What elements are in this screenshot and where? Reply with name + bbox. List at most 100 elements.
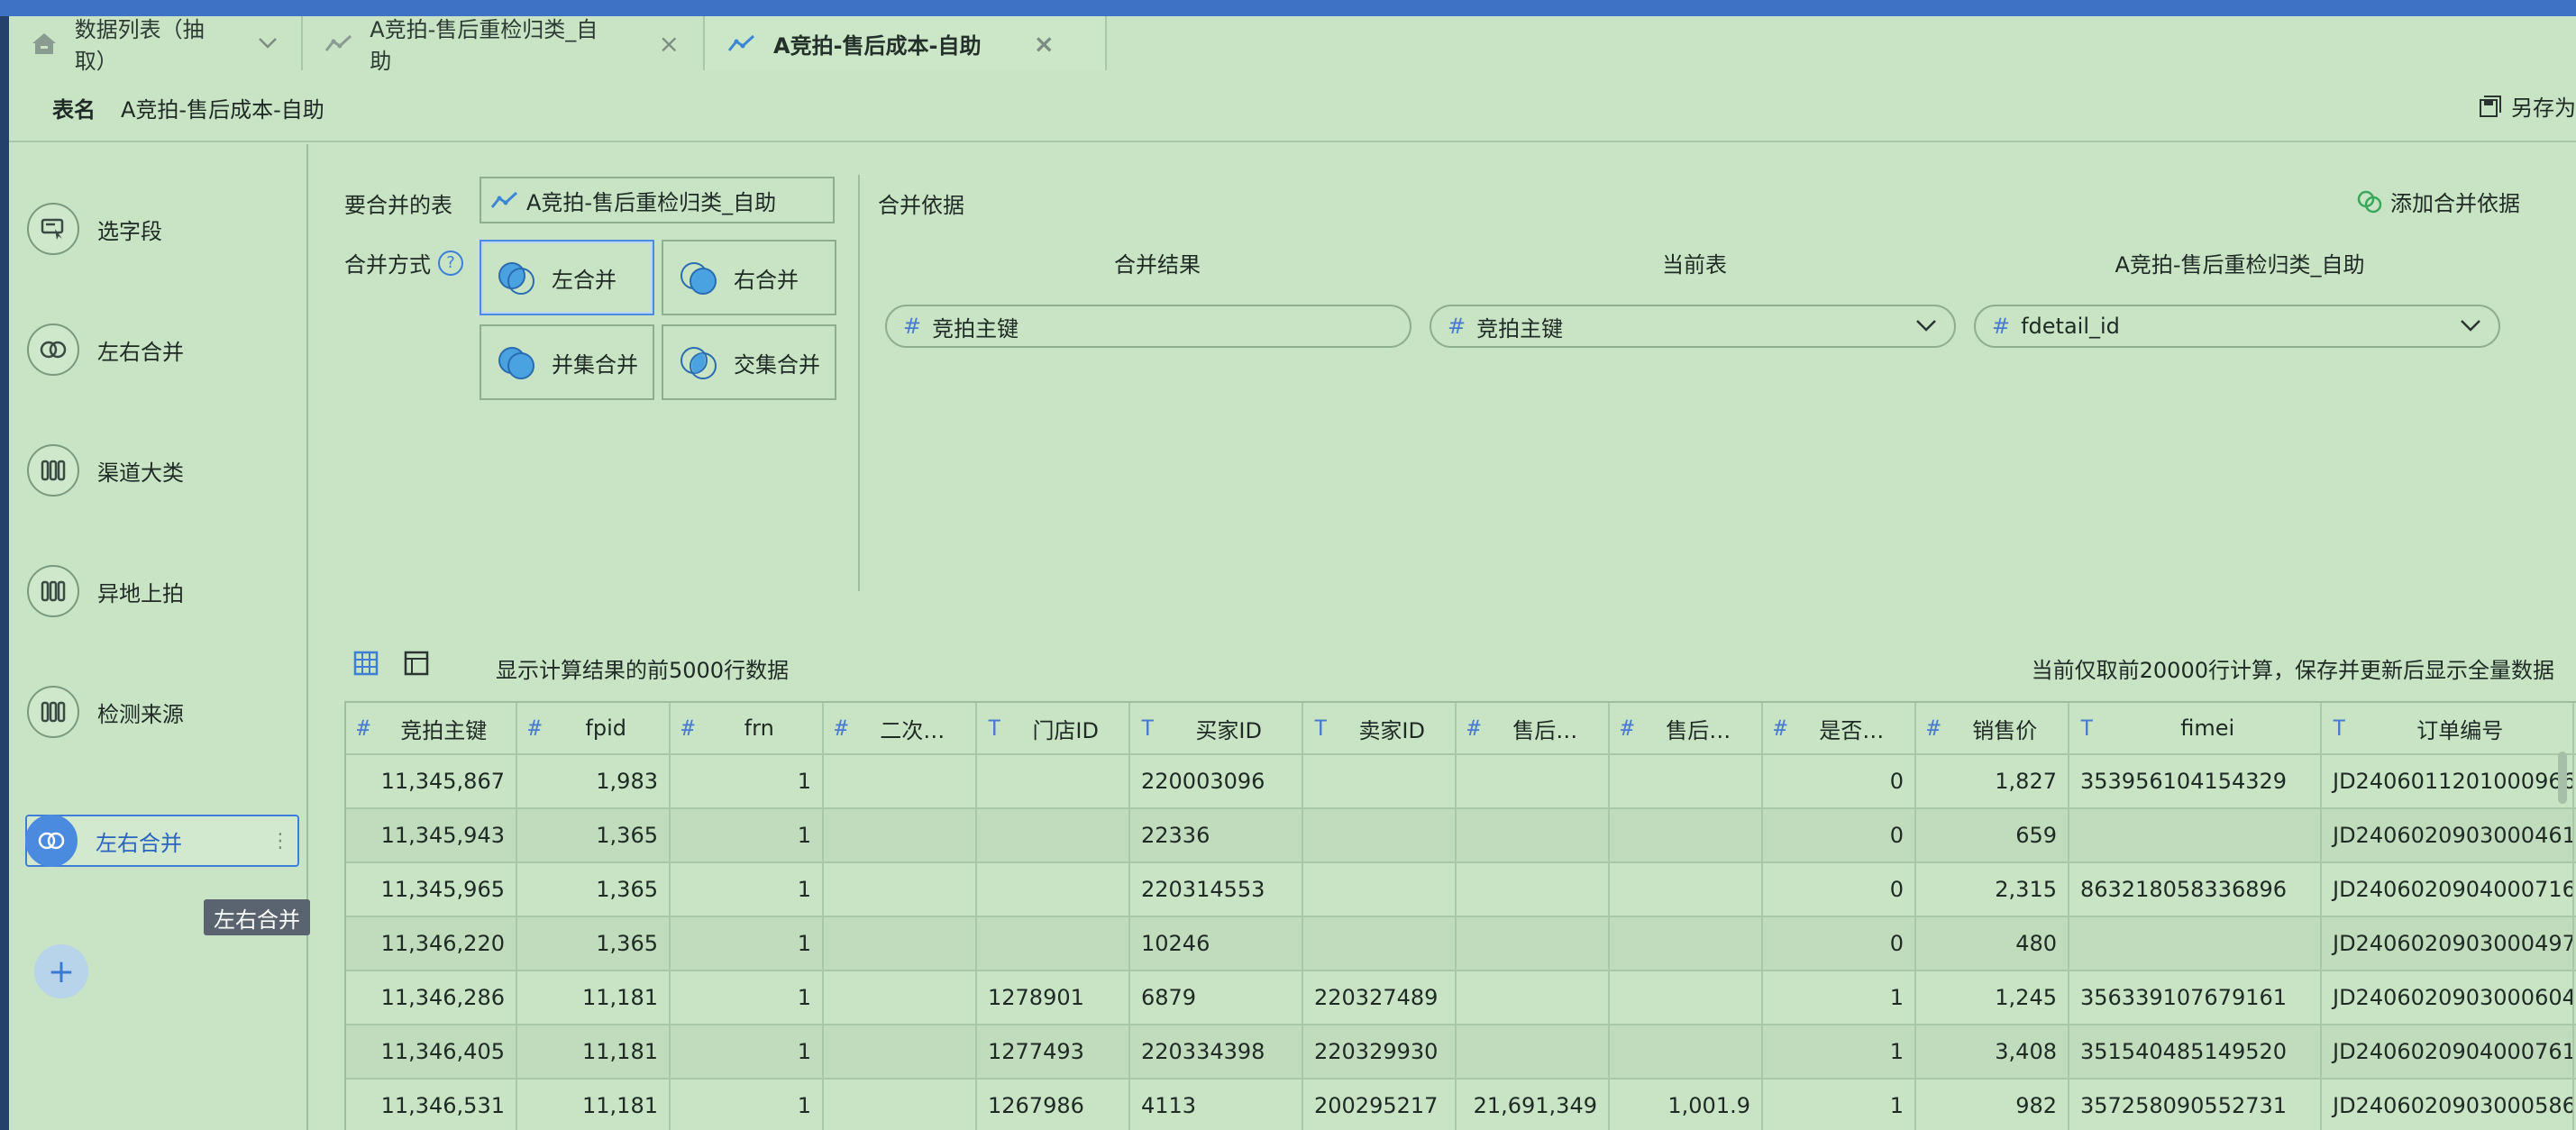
- merge-table-select[interactable]: A竞拍-售后重检归类_自助: [480, 177, 835, 223]
- table-cell: [977, 917, 1130, 970]
- column-header[interactable]: # fpid: [517, 703, 671, 753]
- number-type-icon: #: [1774, 715, 1787, 741]
- preview-note: 显示计算结果的前5000行数据: [496, 658, 790, 683]
- tab-data-list[interactable]: 数据列表（抽取）: [9, 16, 303, 74]
- table-row[interactable]: 11,345,965 1,365 1 220314553 0 2,315 863218058…: [346, 863, 2576, 917]
- table-cell: [1457, 971, 1610, 1024]
- group-icon: [27, 686, 79, 738]
- table-cell: 0: [1763, 863, 1916, 916]
- tab-label: 数据列表（抽取）: [74, 17, 205, 74]
- merge-table-label: 要合并的表: [344, 193, 452, 218]
- vertical-scrollbar[interactable]: [2558, 752, 2567, 804]
- merge-mode-left[interactable]: 左合并: [480, 240, 654, 315]
- save-as-icon: [2480, 95, 2501, 117]
- column-header-label: 竞拍主键: [400, 717, 488, 743]
- column-header[interactable]: # 销售价: [1916, 703, 2069, 753]
- chart-line-icon: [324, 30, 353, 57]
- save-as-button[interactable]: 另存为: [2479, 90, 2576, 122]
- step-select-field[interactable]: 选字段: [27, 200, 162, 258]
- close-icon[interactable]: ×: [1034, 29, 1055, 59]
- table-cell: 1: [671, 1025, 824, 1078]
- table-row[interactable]: 11,346,531 11,181 1 1267986 4113 200295217 21,…: [346, 1080, 2576, 1130]
- tab-recheck-classify[interactable]: A竞拍-售后重检归类_自助 ×: [303, 16, 705, 74]
- column-header[interactable]: # 是否…: [1763, 703, 1916, 753]
- add-merge-basis-button[interactable]: 添加合并依据: [2356, 186, 2520, 217]
- merge-mode-right[interactable]: 右合并: [662, 240, 836, 315]
- window-left-edge: [0, 16, 9, 1130]
- merge-mode-union[interactable]: 并集合并: [480, 324, 654, 400]
- column-header[interactable]: T 门店ID: [977, 703, 1130, 753]
- table-cell: 1,365: [517, 809, 671, 861]
- current-table-field-select[interactable]: # 竞拍主键: [1430, 305, 1956, 348]
- tab-aftersale-cost[interactable]: A竞拍-售后成本-自助 ×: [705, 16, 1107, 70]
- table-name-label: 表名: [52, 97, 96, 123]
- more-vertical-icon[interactable]: ⋮: [270, 830, 290, 852]
- merge-result-field[interactable]: # 竞拍主键: [885, 305, 1411, 348]
- column-header[interactable]: T 订单编号: [2322, 703, 2574, 753]
- merge-icon: [25, 815, 78, 867]
- panel-view-icon[interactable]: [404, 651, 429, 679]
- table-row[interactable]: 11,346,286 11,181 1 1278901 6879 220327489 1 1,…: [346, 971, 2576, 1025]
- merge-icon: [27, 324, 79, 376]
- column-header[interactable]: # 售后…: [1610, 703, 1763, 753]
- text-type-icon: T: [2080, 715, 2094, 741]
- table-row[interactable]: 11,346,405 11,181 1 1277493 220334398 2203299…: [346, 1025, 2576, 1080]
- merge-mode-label: 并集合并: [552, 351, 638, 378]
- table-cell: 11,181: [517, 1080, 671, 1130]
- step-label: 检测来源: [97, 701, 184, 727]
- other-table-field-select[interactable]: # fdetail_id: [1974, 305, 2500, 348]
- table-cell: 11,345,943: [346, 809, 517, 861]
- col-head-current: 当前表: [1662, 252, 1727, 278]
- step-remote-auction[interactable]: 异地上拍: [27, 562, 184, 620]
- step-channel-category[interactable]: 渠道大类: [27, 442, 184, 499]
- column-header[interactable]: Tfimei: [2069, 703, 2322, 753]
- help-icon[interactable]: ?: [438, 250, 463, 276]
- preview-limit-note: 当前仅取前20000行计算，保存并更新后显示全量数据: [2031, 658, 2554, 683]
- step-inspection-source[interactable]: 检测来源: [27, 683, 184, 741]
- merge-table-value: A竞拍-售后重检归类_自助: [526, 189, 777, 215]
- table-cell: [1303, 863, 1457, 916]
- table-cell: 357258090552731: [2069, 1080, 2322, 1130]
- chart-line-icon: [726, 30, 757, 57]
- table-row[interactable]: 11,345,943 1,365 1 22336 0 659 JD2406020903000…: [346, 809, 2576, 863]
- step-merge-2[interactable]: 左右合并 ⋮: [25, 815, 299, 867]
- step-merge-1[interactable]: 左右合并: [27, 321, 184, 378]
- number-type-icon: #: [357, 715, 370, 741]
- column-header[interactable]: T 卖家ID: [1303, 703, 1457, 753]
- number-type-icon: #: [1621, 715, 1634, 741]
- table-cell: JD2406020904000716: [2322, 863, 2574, 916]
- column-header-label: fimei: [2180, 715, 2235, 741]
- table-cell: JD2406020903000604: [2322, 971, 2574, 1024]
- table-cell: 6879: [1130, 971, 1303, 1024]
- table-cell: 1: [1763, 1080, 1916, 1130]
- table-row[interactable]: 11,345,867 1,983 1 220003096 0 1,827 353956104…: [346, 755, 2576, 809]
- table-cell: 220003096: [1130, 755, 1303, 807]
- table-cell: 11,181: [517, 971, 671, 1024]
- table-header-row: # 竞拍主键 # fpid # frn # 二次… T 门店ID T 买家ID T 卖家ID # 售后… # 售后…: [346, 703, 2576, 755]
- column-header[interactable]: # 二次…: [824, 703, 977, 753]
- table-cell: [2069, 917, 2322, 970]
- column-header[interactable]: # 售后…: [1457, 703, 1610, 753]
- number-type-icon: #: [681, 715, 695, 741]
- table-row[interactable]: 11,346,220 1,365 1 10246 0 480 JD2406020903000…: [346, 917, 2576, 971]
- merge-mode-intersect[interactable]: 交集合并: [662, 324, 836, 400]
- step-label: 左右合并: [96, 830, 182, 856]
- column-header[interactable]: # frn: [671, 703, 824, 753]
- table-cell: [1457, 1025, 1610, 1078]
- close-icon[interactable]: ×: [659, 29, 680, 59]
- chevron-down-icon[interactable]: [258, 32, 278, 55]
- column-header[interactable]: # 竞拍主键: [346, 703, 517, 753]
- union-join-icon: [498, 347, 534, 379]
- table-cell: [1610, 971, 1763, 1024]
- merge-basis-label: 合并依据: [878, 193, 964, 218]
- table-cell: [824, 1025, 977, 1078]
- table-cell: [824, 863, 977, 916]
- column-header-label: 卖家ID: [1358, 717, 1425, 743]
- column-header[interactable]: T 买家ID: [1130, 703, 1303, 753]
- add-step-button[interactable]: +: [34, 944, 88, 998]
- number-type-icon: #: [1448, 314, 1466, 339]
- table-cell: [1457, 755, 1610, 807]
- table-cell: 3,408: [1916, 1025, 2069, 1078]
- grid-view-icon[interactable]: [353, 651, 379, 679]
- column-header-label: 销售价: [1972, 717, 2038, 743]
